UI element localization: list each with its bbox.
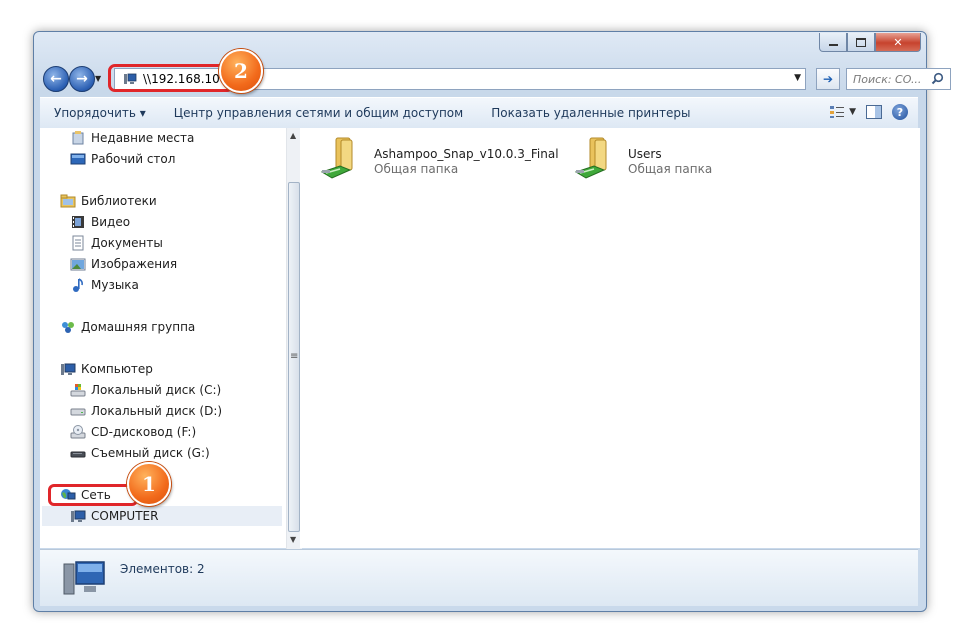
- sidebar-item-label: Рабочий стол: [91, 152, 176, 166]
- details-pane: Элементов: 2: [40, 549, 918, 606]
- scroll-down-icon[interactable]: ▼: [290, 535, 296, 544]
- go-button[interactable]: ➔: [816, 68, 840, 90]
- search-input[interactable]: Поиск: CO...: [853, 73, 921, 86]
- sidebar-item-homegroup[interactable]: Домашняя группа: [60, 317, 195, 337]
- shared-folder-item[interactable]: Users Общая папка: [574, 136, 712, 180]
- content-pane: Ashampoo_Snap_v10.0.3_Final Общая папка …: [300, 128, 920, 548]
- sidebar-item-computer-network[interactable]: COMPUTER: [42, 506, 282, 526]
- documents-icon: [72, 235, 84, 251]
- minimize-button[interactable]: [819, 33, 847, 52]
- address-dropdown-icon[interactable]: ▼: [794, 73, 801, 83]
- sidebar-item-drive-c[interactable]: Локальный диск (C:): [70, 380, 221, 400]
- view-dropdown-icon[interactable]: ▼: [849, 107, 856, 117]
- folder-type: Общая папка: [628, 162, 713, 176]
- sidebar-item-music[interactable]: Музыка: [70, 275, 139, 295]
- sidebar-item-desktop[interactable]: Рабочий стол: [70, 149, 175, 169]
- scroll-grip-icon: ≡: [290, 351, 299, 362]
- sidebar-item-label: Домашняя группа: [81, 320, 196, 334]
- sidebar-item-label: Недавние места: [91, 131, 195, 145]
- desktop-icon: [70, 153, 86, 165]
- computer-large-icon: [63, 561, 105, 595]
- video-icon: [72, 216, 84, 228]
- sidebar-item-video[interactable]: Видео: [70, 212, 130, 232]
- view-options-icon[interactable]: [829, 105, 845, 119]
- forward-button[interactable]: →: [69, 66, 95, 92]
- sidebar-item-computer[interactable]: Компьютер: [60, 359, 153, 379]
- homegroup-icon: [62, 322, 74, 333]
- sidebar-item-label: CD-дисковод (F:): [91, 425, 197, 439]
- back-arrow-icon: ←: [50, 71, 62, 87]
- command-bar: Упорядочить ▾ Центр управления сетями и …: [40, 97, 918, 129]
- maximize-button[interactable]: [847, 33, 875, 52]
- go-arrow-icon: ➔: [822, 72, 834, 86]
- folder-name: Users: [628, 147, 662, 161]
- sidebar-item-libraries[interactable]: Библиотеки: [60, 191, 157, 211]
- cd-drive-icon: [70, 425, 86, 439]
- back-button[interactable]: ←: [43, 66, 69, 92]
- network-highlight-box: [48, 484, 138, 506]
- sidebar-item-pictures[interactable]: Изображения: [70, 254, 177, 274]
- sidebar-item-label: Документы: [91, 236, 163, 250]
- libraries-icon: [60, 194, 76, 208]
- computer-icon: [61, 363, 76, 375]
- music-icon: [73, 278, 83, 292]
- address-highlight-box: [108, 64, 234, 92]
- hard-drive-icon: [70, 408, 86, 416]
- sidebar-item-label: Локальный диск (D:): [91, 404, 223, 418]
- annotation-badge-2: 2: [219, 49, 263, 93]
- preview-pane-icon[interactable]: [866, 105, 882, 119]
- sidebar-item-label: COMPUTER: [91, 509, 159, 523]
- history-dropdown-icon[interactable]: ▼: [95, 74, 101, 83]
- explorer-window: ✕ ← → ▼ \\192.168.100.2 ▼ ➔ Поиск: CO...…: [33, 31, 951, 612]
- shared-folder-item[interactable]: Ashampoo_Snap_v10.0.3_Final Общая папка: [320, 136, 559, 180]
- network-computer-icon: [71, 510, 86, 522]
- item-count: Элементов: 2: [120, 562, 205, 576]
- sidebar-item-label: Видео: [91, 215, 131, 229]
- forward-arrow-icon: →: [76, 71, 88, 87]
- sidebar-item-label: Изображения: [91, 257, 178, 271]
- sidebar-item-documents[interactable]: Документы: [70, 233, 163, 253]
- folder-text: Users Общая папка: [628, 147, 712, 176]
- search-box[interactable]: Поиск: CO...: [846, 68, 951, 90]
- removable-drive-icon: [70, 451, 86, 458]
- show-printers-button[interactable]: Показать удаленные принтеры: [477, 106, 704, 120]
- system-drive-icon: [70, 384, 86, 397]
- sidebar-item-label: Локальный диск (C:): [91, 383, 222, 397]
- folder-type: Общая папка: [374, 162, 459, 176]
- shared-folder-icon: [574, 137, 607, 179]
- sidebar-item-label: Съемный диск (G:): [91, 446, 210, 460]
- scroll-up-icon[interactable]: ▲: [290, 131, 296, 140]
- sidebar-item-cd-drive[interactable]: CD-дисковод (F:): [70, 422, 196, 442]
- toolbar-right-controls: ▼ ?: [829, 104, 908, 120]
- search-icon[interactable]: [931, 72, 944, 85]
- help-icon[interactable]: ?: [892, 104, 908, 120]
- sidebar-item-label: Музыка: [91, 278, 139, 292]
- pictures-icon: [70, 258, 86, 271]
- sidebar-item-recent-places[interactable]: Недавние места: [70, 128, 194, 148]
- close-button[interactable]: ✕: [875, 33, 921, 52]
- recent-places-icon: [72, 131, 84, 145]
- minimize-icon: [828, 44, 838, 46]
- organize-button[interactable]: Упорядочить ▾: [40, 106, 160, 120]
- folder-name: Ashampoo_Snap_v10.0.3_Final: [374, 147, 559, 161]
- folder-text: Ashampoo_Snap_v10.0.3_Final Общая папка: [374, 147, 559, 176]
- sidebar-item-removable-drive[interactable]: Съемный диск (G:): [70, 443, 210, 463]
- network-center-button[interactable]: Центр управления сетями и общим доступом: [160, 106, 477, 120]
- caption-buttons: ✕: [819, 33, 921, 52]
- annotation-badge-1: 1: [127, 462, 171, 506]
- sidebar-item-drive-d[interactable]: Локальный диск (D:): [70, 401, 222, 421]
- sidebar-item-label: Библиотеки: [81, 194, 157, 208]
- sidebar-item-label: Компьютер: [81, 362, 153, 376]
- maximize-icon: [856, 37, 866, 47]
- shared-folder-icon: [320, 137, 353, 179]
